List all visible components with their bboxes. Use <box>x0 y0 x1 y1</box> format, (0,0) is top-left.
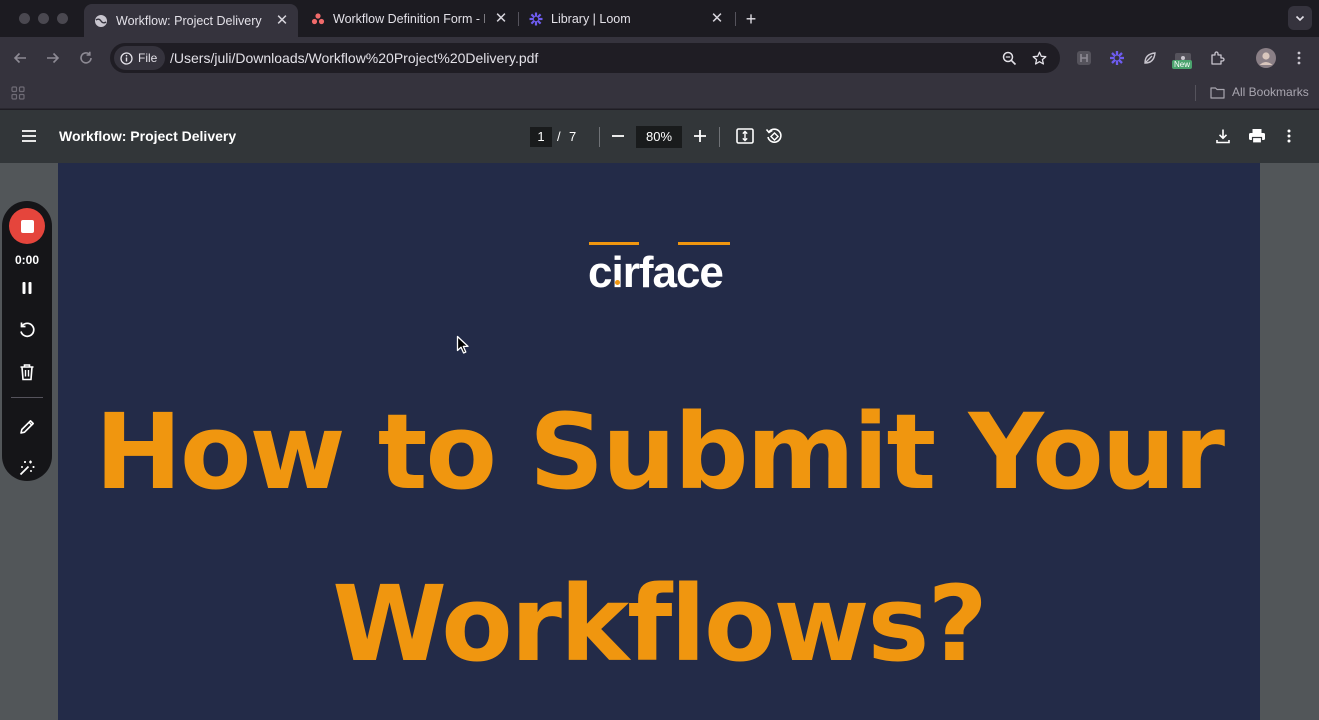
reload-button[interactable] <box>76 48 96 68</box>
total-pages: 7 <box>569 129 577 144</box>
printer-icon <box>1249 129 1265 144</box>
logo-dot <box>615 280 620 285</box>
more-vert-icon[interactable] <box>1290 49 1308 67</box>
url-text[interactable]: /Users/juli/Downloads/Workflow%20Project… <box>170 50 538 66</box>
pause-button[interactable] <box>17 278 37 298</box>
stop-recording-button[interactable] <box>9 208 45 244</box>
zoom-out-button[interactable] <box>608 126 628 146</box>
bookmarks-separator <box>1195 85 1196 101</box>
logo-text: cirface <box>588 248 724 297</box>
fit-to-page-icon <box>736 128 754 144</box>
plus-icon <box>694 130 706 142</box>
recording-timer: 0:00 <box>14 253 40 267</box>
bookmarks-bar: All Bookmarks <box>0 79 1319 109</box>
extension-h-icon[interactable] <box>1075 49 1093 67</box>
recorder-divider <box>11 397 43 398</box>
rotate-icon <box>765 128 782 143</box>
browser-window: Workflow: Project Delivery ✕ Workflow De… <box>0 0 1319 720</box>
trash-icon <box>20 364 34 381</box>
new-badge: New <box>1172 60 1193 69</box>
pencil-icon <box>19 419 34 434</box>
address-bar[interactable]: File /Users/juli/Downloads/Workflow%20Pr… <box>110 43 1060 73</box>
apps-grid-icon[interactable] <box>11 86 25 100</box>
avatar[interactable] <box>1256 48 1276 68</box>
leaf-extension-icon[interactable] <box>1141 49 1159 67</box>
forward-button[interactable] <box>43 48 63 68</box>
all-bookmarks-label: All Bookmarks <box>1232 85 1309 99</box>
logo-accent-bar <box>589 242 639 245</box>
all-bookmarks-button[interactable]: All Bookmarks <box>1210 85 1309 99</box>
bookmark-star-icon[interactable] <box>1031 50 1047 66</box>
restart-icon <box>20 322 35 338</box>
menu-icon[interactable] <box>20 127 38 145</box>
pdf-title: Workflow: Project Delivery <box>59 128 237 144</box>
chevron-down-icon <box>1295 15 1305 22</box>
headline-line-1: How to Submit Your <box>94 391 1225 513</box>
page-separator: / <box>557 129 561 144</box>
info-icon <box>120 51 133 65</box>
site-info-label: File <box>138 51 158 65</box>
effects-button[interactable] <box>17 458 37 478</box>
arrow-right-icon <box>47 52 60 64</box>
loom-recorder-panel: 0:00 <box>2 201 52 481</box>
delete-recording-button[interactable] <box>17 362 37 382</box>
mouse-cursor-icon <box>456 335 470 355</box>
pdf-viewer[interactable]: cirface How to Submit Your Workflows? <box>0 163 1319 720</box>
logo-accent-bar <box>678 242 730 245</box>
site-info-chip[interactable]: File <box>114 46 166 70</box>
tab-workflow-definition-form[interactable]: Workflow Definition Form - Fo ✕ <box>301 4 517 33</box>
zoom-icon[interactable] <box>1001 50 1017 66</box>
reload-icon <box>80 51 92 64</box>
stop-icon <box>20 219 34 233</box>
page-number-input[interactable]: 1 <box>530 127 552 147</box>
puzzle-icon[interactable] <box>1208 49 1226 67</box>
globe-icon <box>94 14 108 28</box>
back-button[interactable] <box>10 48 30 68</box>
fit-page-button[interactable] <box>735 126 755 146</box>
pdf-toolbar: Workflow: Project Delivery 1 / 7 80% <box>0 110 1319 163</box>
more-options-button[interactable] <box>1279 126 1299 146</box>
download-icon <box>1216 129 1230 144</box>
tab-library-loom[interactable]: Library | Loom ✕ <box>519 4 733 33</box>
browser-toolbar: File /Users/juli/Downloads/Workflow%20Pr… <box>0 37 1319 79</box>
tab-search-button[interactable] <box>1288 6 1312 30</box>
window-zoom-control[interactable] <box>57 13 68 24</box>
download-button[interactable] <box>1213 126 1233 146</box>
window-minimize-control[interactable] <box>38 13 49 24</box>
tab-strip: Workflow: Project Delivery ✕ Workflow De… <box>0 0 1319 37</box>
print-button[interactable] <box>1247 126 1267 146</box>
minus-icon <box>612 135 624 137</box>
toolbar-divider <box>599 127 600 147</box>
pdf-page: cirface How to Submit Your Workflows? <box>58 163 1260 720</box>
new-tab-button[interactable]: + <box>742 9 760 30</box>
tab-workflow-project-delivery[interactable]: Workflow: Project Delivery ✕ <box>84 4 298 37</box>
toolbar-divider <box>719 127 720 147</box>
arrow-left-icon <box>13 52 26 64</box>
asana-icon <box>311 12 325 26</box>
tab-separator <box>735 12 736 26</box>
cirface-logo: cirface <box>588 249 733 297</box>
tab-title: Workflow: Project Delivery <box>116 13 262 28</box>
zoom-level-input[interactable]: 80% <box>636 126 682 148</box>
tab-close-icon[interactable]: ✕ <box>709 10 725 27</box>
tab-close-icon[interactable]: ✕ <box>493 10 509 27</box>
folder-icon <box>1210 86 1225 99</box>
loom-icon <box>529 12 543 26</box>
tab-title: Workflow Definition Form - Fo <box>333 11 485 26</box>
more-vert-icon <box>1287 129 1291 143</box>
loom-extension-icon[interactable] <box>1108 49 1126 67</box>
restart-button[interactable] <box>17 320 37 340</box>
pause-icon <box>22 282 32 294</box>
tab-title: Library | Loom <box>551 11 631 26</box>
magic-wand-icon <box>19 460 35 476</box>
headline-line-2: Workflows? <box>332 563 988 685</box>
drawing-tool-button[interactable] <box>17 416 37 436</box>
tab-close-icon[interactable]: ✕ <box>274 12 290 29</box>
zoom-in-button[interactable] <box>690 126 710 146</box>
rotate-button[interactable] <box>764 126 784 146</box>
window-close-control[interactable] <box>19 13 30 24</box>
